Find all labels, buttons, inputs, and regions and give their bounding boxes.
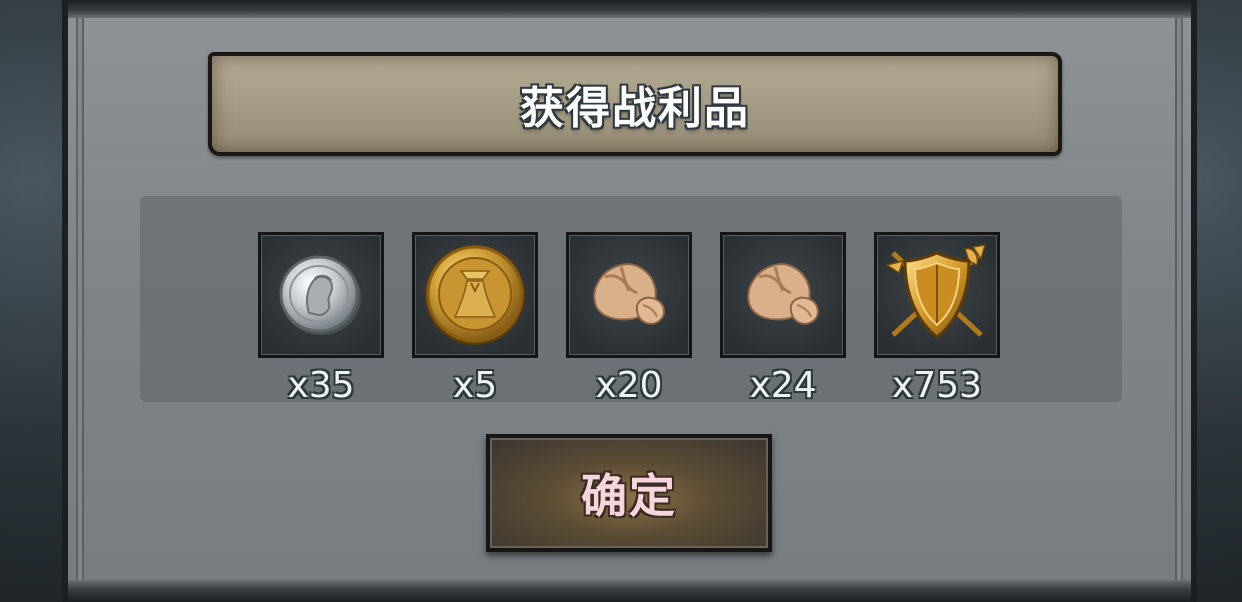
dialog-frame-bottom: [68, 580, 1191, 602]
reward-item[interactable]: x753: [874, 232, 1000, 406]
reward-count: x20: [595, 365, 663, 406]
reward-item[interactable]: x5: [412, 232, 538, 406]
silver-coin-icon: [279, 255, 361, 335]
reward-slot[interactable]: [566, 232, 692, 358]
reward-count: x753: [891, 365, 983, 406]
reward-slot[interactable]: [412, 232, 538, 358]
dialog-title: 获得战利品: [520, 83, 750, 134]
golden-shield-emblem-icon: [885, 244, 987, 339]
reward-slot[interactable]: [720, 232, 846, 358]
gold-coin-icon: [425, 245, 525, 345]
reward-count: x5: [452, 365, 498, 406]
stone-ore-icon: [593, 263, 665, 325]
dialog-frame-top: [68, 0, 1191, 18]
reward-count: x35: [287, 365, 355, 406]
loot-dialog: 获得战利品 x35 x5 x20 x24 x753 确定: [62, 0, 1197, 602]
reward-count: x24: [749, 365, 817, 406]
stone-ore-icon: [747, 263, 819, 325]
reward-item[interactable]: x20: [566, 232, 692, 406]
reward-slot[interactable]: [874, 232, 1000, 358]
reward-item[interactable]: x35: [258, 232, 384, 406]
confirm-button-label: 确定: [581, 469, 677, 523]
reward-item[interactable]: x24: [720, 232, 846, 406]
title-banner: 获得战利品: [208, 52, 1062, 156]
reward-slot[interactable]: [258, 232, 384, 358]
confirm-button[interactable]: 确定: [486, 434, 772, 552]
